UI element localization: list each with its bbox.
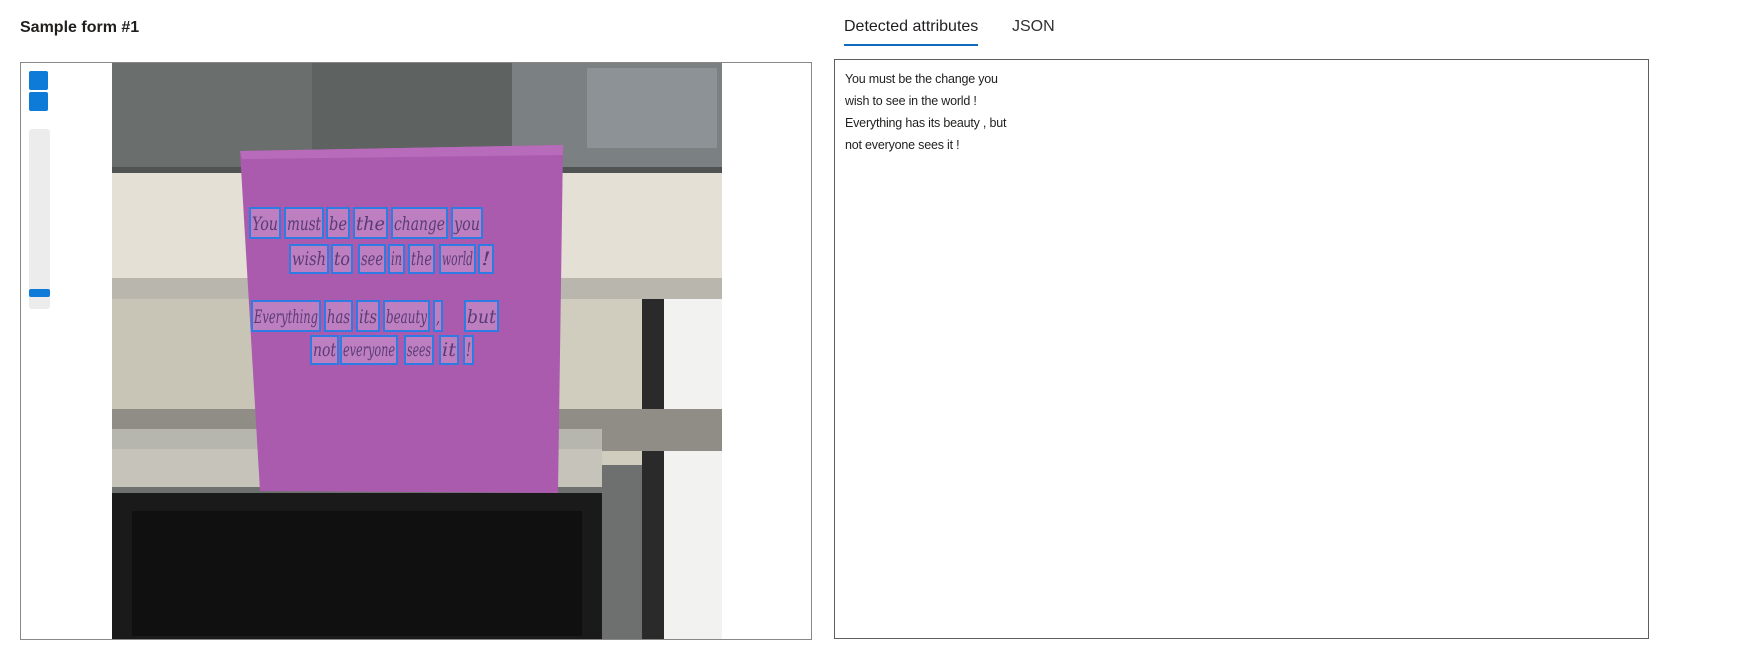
handwritten-word: the xyxy=(356,213,385,235)
handwritten-word: everyone xyxy=(343,339,395,361)
handwritten-word: its xyxy=(359,306,377,328)
handwritten-word: You xyxy=(252,213,278,235)
result-line: Everything has its beauty , but xyxy=(845,116,1007,130)
zoom-in-button[interactable] xyxy=(29,71,48,90)
result-line: wish to see in the world ! xyxy=(845,94,977,108)
handwritten-word: not xyxy=(313,339,336,361)
detected-attributes-panel: You must be the change you wish to see i… xyxy=(834,59,1649,639)
page-title: Sample form #1 xyxy=(20,19,140,36)
handwritten-word: has xyxy=(327,306,350,328)
tab-json[interactable]: JSON xyxy=(1012,18,1055,44)
result-line: You must be the change you xyxy=(845,72,998,86)
zoom-slider-thumb[interactable] xyxy=(29,288,50,297)
document-image: You must be the change you wish to see in the world… xyxy=(112,63,722,639)
handwritten-word: see xyxy=(361,248,383,270)
handwritten-word: change xyxy=(394,213,445,235)
result-line: not everyone sees it ! xyxy=(845,138,960,152)
handwritten-word: beauty xyxy=(386,306,427,328)
handwritten-word: be xyxy=(329,213,347,235)
handwritten-word: the xyxy=(411,248,432,270)
handwritten-word: ! xyxy=(481,248,491,270)
handwritten-word: wish xyxy=(292,248,326,270)
handwritten-word: in xyxy=(391,248,402,270)
image-viewer[interactable]: You must be the change you wish to see in the world… xyxy=(20,62,812,640)
handwritten-word: must xyxy=(287,213,321,235)
handwritten-word: Everything xyxy=(253,306,318,328)
handwritten-word: it xyxy=(442,339,456,361)
tab-detected-attributes[interactable]: Detected attributes xyxy=(844,18,979,46)
handwritten-word: sees xyxy=(407,339,431,361)
handwritten-word: to xyxy=(334,248,350,270)
handwritten-word: , xyxy=(436,306,440,328)
handwritten-word: but xyxy=(467,306,496,328)
handwritten-word: world xyxy=(442,248,473,270)
zoom-slider[interactable] xyxy=(29,129,50,309)
handwritten-word: ! xyxy=(466,339,471,361)
zoom-out-button[interactable] xyxy=(29,92,48,111)
handwritten-word: you xyxy=(453,213,480,235)
